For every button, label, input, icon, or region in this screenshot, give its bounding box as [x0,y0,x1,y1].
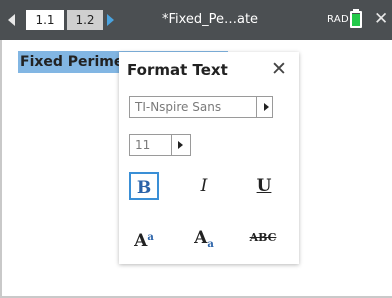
font-family-value: TI-Nspire Sans [135,100,222,114]
battery-level [352,14,360,26]
font-family-select[interactable]: TI-Nspire Sans [129,96,273,118]
close-icon[interactable]: ✕ [374,9,388,29]
close-icon[interactable]: ✕ [271,59,287,79]
nav-right-icon[interactable] [107,14,114,26]
underline-button[interactable]: U [249,172,279,200]
dropdown-arrow-icon[interactable] [264,103,269,111]
nav-left-icon[interactable] [8,14,15,26]
top-bar: 1.1 1.2 *Fixed_Pe…ate RAD ✕ [0,0,392,40]
dropdown-arrow-icon[interactable] [178,141,183,149]
document-title: *Fixed_Pe…ate [161,12,259,27]
format-text-panel: Format Text ✕ TI-Nspire Sans 11 B I U Aa… [119,52,299,264]
page-border-left [0,40,2,298]
bold-button[interactable]: B [129,172,159,200]
superscript-base: A [134,231,148,251]
italic-button[interactable]: I [189,172,219,200]
superscript-button[interactable]: Aa [129,224,159,252]
font-size-value: 11 [135,138,151,152]
subscript-button[interactable]: Aa [189,224,219,252]
subscript-base: A [194,228,208,248]
strikethrough-button[interactable]: ABC [245,224,281,252]
superscript-mark: a [147,232,154,243]
tab-1-1[interactable]: 1.1 [26,10,64,30]
font-size-select[interactable]: 11 [129,134,191,156]
select-divider [171,135,172,155]
select-divider [256,97,257,117]
tab-1-2[interactable]: 1.2 [67,10,103,30]
angle-mode-indicator: RAD [327,14,349,25]
subscript-mark: a [207,239,214,250]
panel-title: Format Text [127,61,228,79]
